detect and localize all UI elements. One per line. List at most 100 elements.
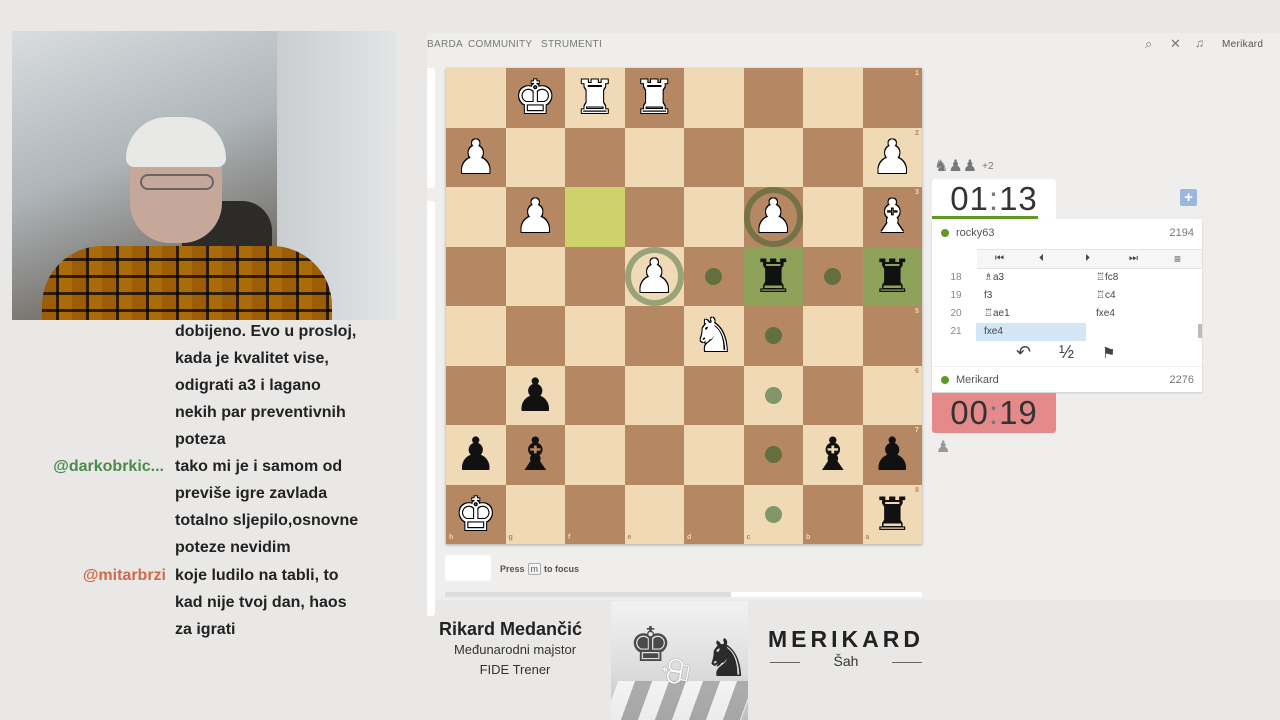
next-move-icon[interactable]: ⏵ [1085, 253, 1090, 264]
white-piece[interactable]: ♟ [625, 247, 685, 307]
board-square[interactable] [684, 68, 744, 128]
board-square[interactable] [803, 187, 863, 247]
board-square[interactable] [684, 127, 744, 187]
move-black[interactable]: ♖fc8 [1096, 272, 1118, 283]
last-move-icon[interactable]: ⏭ [1129, 253, 1138, 264]
board-square[interactable] [624, 306, 684, 366]
board-square[interactable] [862, 365, 922, 425]
board-square[interactable] [446, 306, 506, 366]
offer-draw-button[interactable]: ½ [1059, 342, 1074, 363]
board-square[interactable] [624, 365, 684, 425]
resign-flag-icon[interactable]: ⚑ [1102, 344, 1115, 362]
board-square[interactable] [565, 246, 625, 306]
chat-message-line: koje ludilo na tabli, to [175, 567, 339, 584]
board-square[interactable] [743, 68, 803, 128]
black-piece[interactable]: ♟ [506, 366, 566, 426]
move-white[interactable]: ♗a3 [976, 272, 1086, 290]
notification-bell-icon[interactable]: ♫ [1195, 36, 1204, 50]
nav-item-community[interactable]: COMMUNITY [468, 39, 532, 50]
prev-move-icon[interactable]: ⏴ [1039, 253, 1044, 264]
board-square[interactable] [803, 127, 863, 187]
add-time-button[interactable]: + [1180, 189, 1197, 206]
move-destination-dot[interactable] [764, 386, 782, 404]
black-piece[interactable]: ♟ [446, 425, 506, 485]
board-square[interactable] [684, 365, 744, 425]
board-square[interactable] [743, 127, 803, 187]
white-piece[interactable]: ♚ [446, 485, 506, 545]
black-piece[interactable]: ♝ [506, 425, 566, 485]
white-piece[interactable]: ♟ [446, 128, 506, 188]
move-black[interactable]: fxe4 [1096, 308, 1115, 319]
white-piece[interactable]: ♜ [625, 68, 685, 128]
white-piece[interactable]: ♝ [863, 187, 923, 247]
move-destination-dot[interactable] [824, 267, 842, 285]
white-piece[interactable]: ♜ [565, 68, 625, 128]
board-square[interactable] [803, 365, 863, 425]
board-square[interactable] [446, 246, 506, 306]
chess-pieces-photo: ♚ ♔ ♞ [611, 601, 748, 720]
first-move-icon[interactable]: ⏮ [995, 253, 1004, 264]
board-square[interactable] [565, 425, 625, 485]
white-piece[interactable]: ♚ [506, 68, 566, 128]
move-input-box[interactable] [445, 555, 491, 581]
black-piece[interactable]: ♟ [863, 425, 923, 485]
search-icon[interactable]: ⌕ [1145, 36, 1153, 52]
board-square[interactable] [565, 484, 625, 544]
move-destination-dot[interactable] [764, 327, 782, 345]
board-square[interactable] [624, 187, 684, 247]
move-list-scrollbar[interactable] [1198, 324, 1202, 338]
move-black[interactable]: ♖c4 [1096, 290, 1116, 301]
board-square[interactable] [624, 484, 684, 544]
board-square[interactable] [565, 187, 625, 247]
board-square[interactable] [505, 127, 565, 187]
board-square[interactable] [624, 425, 684, 485]
board-square[interactable] [446, 68, 506, 128]
move-destination-dot[interactable] [705, 267, 723, 285]
move-white[interactable]: f3 [976, 290, 1086, 308]
top-nav: BARDA COMMUNITY STRUMENTI ⌕ ✕ ♫ Merikard [427, 33, 1280, 55]
board-square[interactable] [446, 365, 506, 425]
board-square[interactable] [803, 68, 863, 128]
board-square[interactable] [684, 484, 744, 544]
white-piece[interactable]: ♟ [506, 187, 566, 247]
black-piece[interactable]: ♜ [863, 485, 923, 545]
menu-icon[interactable]: ≡ [1174, 252, 1181, 266]
chat-username[interactable]: @mitarbrzi [40, 562, 166, 589]
white-piece[interactable]: ♟ [863, 128, 923, 188]
chat-username[interactable]: @darkobrkic... [40, 453, 164, 480]
board-square[interactable] [505, 246, 565, 306]
move-destination-dot[interactable] [764, 505, 782, 523]
black-piece[interactable]: ♜ [744, 247, 804, 307]
player-name[interactable]: rocky63 [956, 227, 995, 239]
move-white[interactable]: fxe4 [976, 323, 1086, 341]
board-square[interactable] [505, 484, 565, 544]
board-square[interactable] [505, 306, 565, 366]
black-piece[interactable]: ♝ [803, 425, 863, 485]
white-piece[interactable]: ♞ [684, 306, 744, 366]
board-square[interactable] [565, 127, 625, 187]
board-square[interactable] [684, 187, 744, 247]
player-name[interactable]: Merikard [956, 374, 999, 386]
board-square[interactable] [684, 425, 744, 485]
nav-item-barda[interactable]: BARDA [427, 39, 463, 50]
board-square[interactable] [803, 484, 863, 544]
board-square[interactable] [862, 68, 922, 128]
coach-subtitle: FIDE Trener [479, 662, 551, 677]
coach-name: Rikard Medančić [439, 619, 583, 639]
chess-board[interactable]: ♚ ♜ ♜ ♟ ♟ ♟ ♟ ♝ ♟ ♜ ♜ ♞ ♟ ♟ ♝ ♝ ♟ ♚ ♜ h g f e d c b a 1 2 3 4 5 6 7 8 [446, 68, 922, 544]
nav-item-strumenti[interactable]: STRUMENTI [541, 39, 602, 50]
board-square[interactable] [565, 365, 625, 425]
board-square[interactable] [862, 306, 922, 366]
white-piece[interactable]: ♟ [744, 187, 804, 247]
black-piece[interactable]: ♜ [863, 247, 923, 307]
board-square[interactable] [624, 127, 684, 187]
nav-username[interactable]: Merikard [1222, 39, 1263, 50]
move-destination-dot[interactable] [764, 446, 782, 464]
online-indicator [941, 229, 949, 237]
board-square[interactable] [803, 306, 863, 366]
chat-message-line: nekih par preventivnih [175, 404, 346, 421]
board-square[interactable] [565, 306, 625, 366]
tools-icon[interactable]: ✕ [1170, 36, 1181, 52]
board-square[interactable] [446, 187, 506, 247]
takeback-icon[interactable]: ↶ [1016, 342, 1031, 363]
